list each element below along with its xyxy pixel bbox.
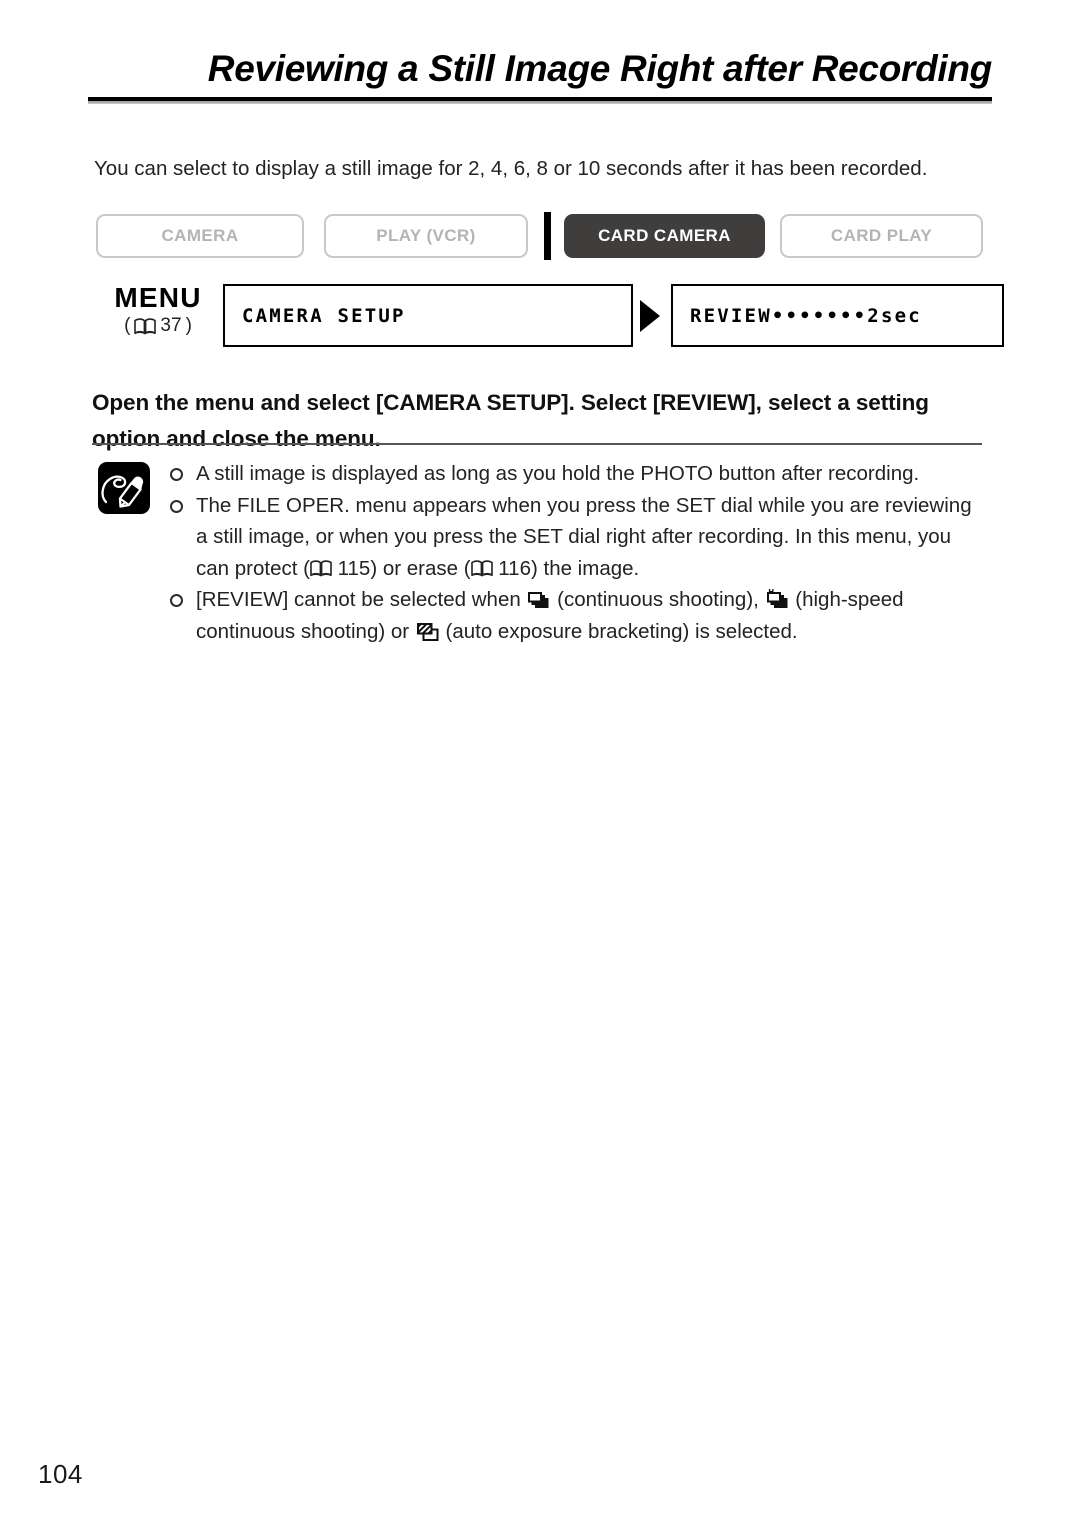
instruction-text: Open the menu and select [CAMERA SETUP].… bbox=[92, 389, 929, 451]
note-item: [REVIEW] cannot be selected when (contin… bbox=[170, 584, 988, 647]
lcd-text-camera-setup: CAMERA SETUP bbox=[242, 304, 406, 327]
menu-label: MENU bbox=[114, 282, 202, 313]
lcd-box-camera-setup[interactable]: CAMERA SETUP bbox=[223, 284, 633, 347]
mode-button-label: CAMERA bbox=[161, 226, 239, 245]
mode-button-camera[interactable]: CAMERA bbox=[96, 214, 304, 258]
book-icon bbox=[470, 555, 493, 577]
title-divider bbox=[88, 97, 992, 105]
high-speed-continuous-shooting-icon: H bbox=[765, 588, 790, 611]
bullet-circle-icon bbox=[170, 499, 183, 513]
triangle-right-icon bbox=[640, 300, 660, 332]
mode-button-label: CARD PLAY bbox=[830, 226, 933, 245]
notes-list: A still image is displayed as long as yo… bbox=[170, 458, 988, 647]
bullet-circle-icon bbox=[170, 594, 183, 607]
paren-open: ( bbox=[124, 315, 131, 336]
instruction-divider bbox=[92, 443, 982, 445]
note-item: The FILE OPER. menu appears when you pre… bbox=[170, 490, 988, 585]
note-text: 116) the image. bbox=[492, 556, 640, 580]
menu-reference-page: 37 bbox=[160, 315, 182, 336]
notes-section: A still image is displayed as long as yo… bbox=[98, 458, 988, 647]
mode-button-label: CARD CAMERA bbox=[598, 226, 731, 245]
continuous-shooting-icon bbox=[526, 588, 551, 611]
mode-button-card-camera[interactable]: CARD CAMERA bbox=[564, 214, 765, 258]
intro-paragraph: You can select to display a still image … bbox=[94, 156, 928, 180]
book-icon bbox=[134, 317, 157, 335]
bullet-circle-icon bbox=[170, 468, 183, 481]
note-text: 115) or erase ( bbox=[331, 556, 471, 580]
lcd-text-review: REVIEW•••••••2sec bbox=[690, 304, 922, 327]
page-number: 104 bbox=[38, 1459, 83, 1489]
mode-button-group: CAMERA PLAY (VCR) CARD CAMERA CARD PLAY bbox=[96, 212, 986, 260]
manual-page: Reviewing a Still Image Right after Reco… bbox=[0, 0, 1080, 1529]
note-text: [REVIEW] cannot be selected when bbox=[196, 588, 527, 611]
menu-page-reference: ( 37 ) bbox=[94, 314, 222, 338]
mode-group-separator bbox=[544, 212, 551, 260]
note-text: (auto exposure bracketing) is selected. bbox=[439, 619, 798, 643]
note-item: A still image is displayed as long as yo… bbox=[170, 458, 988, 490]
lcd-box-review[interactable]: REVIEW•••••••2sec bbox=[671, 284, 1004, 347]
svg-text:H: H bbox=[768, 588, 774, 596]
memo-pencil-icon bbox=[98, 462, 150, 514]
page-header: Reviewing a Still Image Right after Reco… bbox=[88, 48, 993, 105]
note-text: A still image is displayed as long as yo… bbox=[196, 462, 920, 485]
auto-exposure-bracketing-icon bbox=[415, 620, 440, 643]
page-title: Reviewing a Still Image Right after Reco… bbox=[207, 48, 993, 89]
paren-close: ) bbox=[185, 315, 192, 336]
mode-button-label: PLAY (VCR) bbox=[376, 226, 476, 245]
menu-navigation-row: MENU ( 37 ) CAMERA SETUP REVIEW•••••••2s… bbox=[88, 284, 1004, 354]
mode-button-play-vcr[interactable]: PLAY (VCR) bbox=[324, 214, 528, 258]
book-icon bbox=[310, 555, 332, 577]
menu-label-block: MENU ( 37 ) bbox=[94, 284, 222, 338]
note-text: (continuous shooting), bbox=[551, 588, 765, 611]
mode-button-card-play[interactable]: CARD PLAY bbox=[780, 214, 983, 258]
